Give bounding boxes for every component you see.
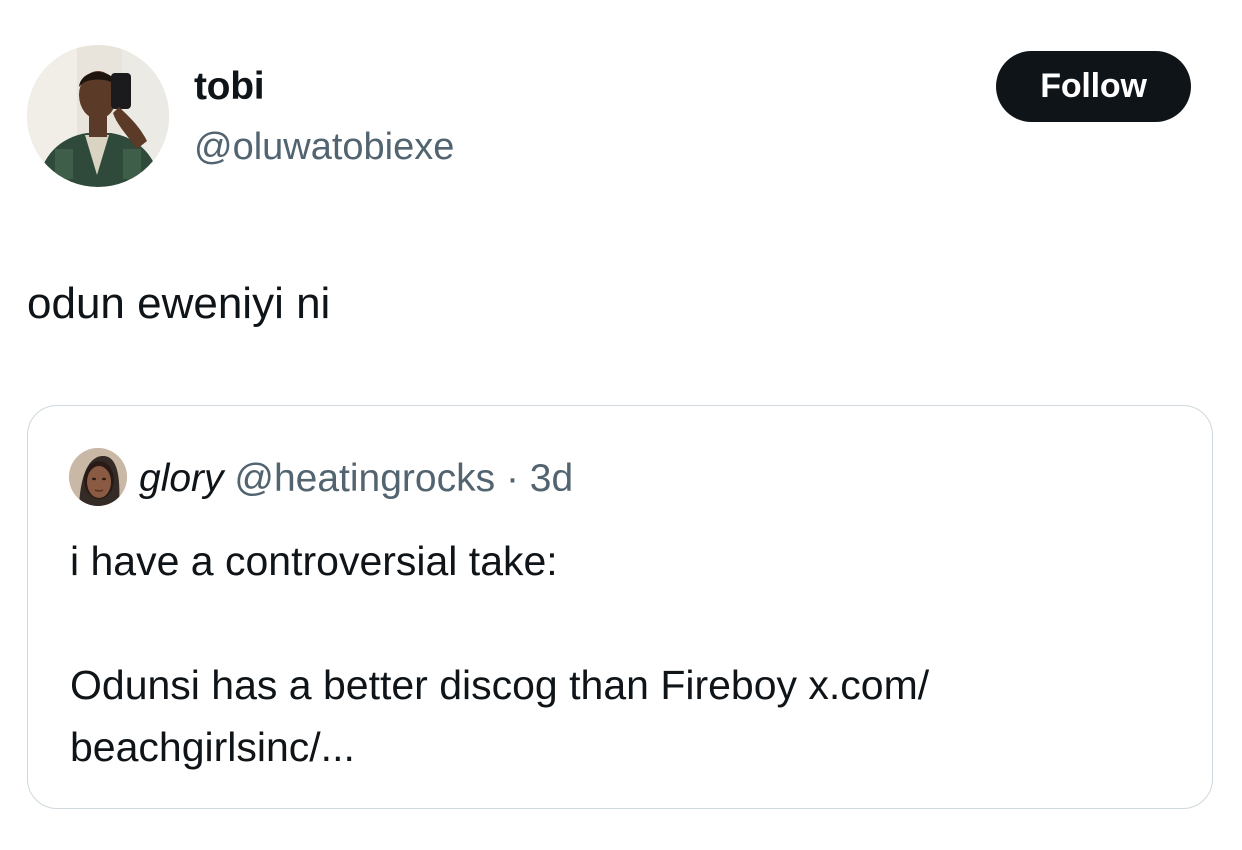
quoted-author-avatar[interactable] (69, 448, 127, 506)
quoted-tweet-line: Odunsi has a better discog than Fireboy … (70, 662, 930, 708)
author-display-name[interactable]: tobi (194, 62, 265, 112)
quoted-tweet-line: i have a controversial take: (70, 538, 558, 584)
quoted-author-handle[interactable]: @heatingrocks (234, 457, 495, 500)
quoted-separator: · (505, 457, 519, 500)
quoted-tweet-blank-line (70, 592, 1170, 654)
quoted-tweet-link[interactable]: beachgirlsinc/... (70, 716, 1170, 778)
quoted-tweet-header: glory @heatingrocks · 3d (139, 454, 573, 504)
quoted-tweet-text: i have a controversial take: Odunsi has … (70, 530, 1170, 778)
tweet-text: odun eweniyi ni (27, 279, 331, 328)
quoted-author-avatar-image (69, 448, 127, 506)
author-avatar-image (27, 45, 169, 187)
follow-button[interactable]: Follow (996, 51, 1191, 122)
author-handle[interactable]: @oluwatobiexe (194, 122, 454, 172)
quoted-author-display-name[interactable]: glory (139, 457, 224, 500)
quoted-timestamp[interactable]: 3d (530, 457, 573, 500)
quoted-tweet-card[interactable]: glory @heatingrocks · 3d i have a contro… (27, 405, 1213, 809)
author-avatar[interactable] (27, 45, 169, 187)
